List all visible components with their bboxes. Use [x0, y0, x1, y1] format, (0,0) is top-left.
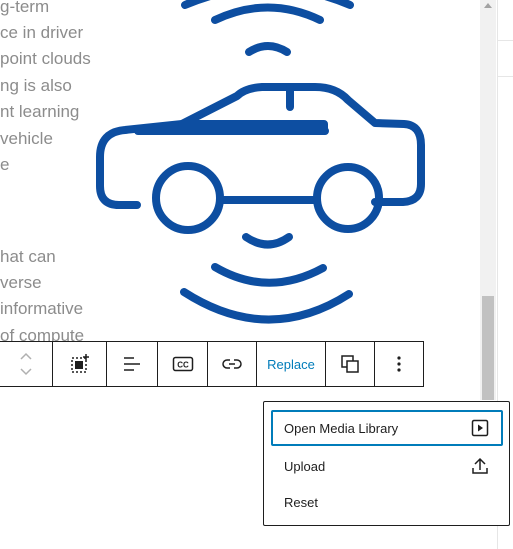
menu-item-label: Reset: [284, 494, 318, 510]
upload-item[interactable]: Upload: [271, 448, 503, 484]
media-library-icon: [471, 419, 489, 437]
article-line: g-term: [0, 0, 50, 16]
article-line: informative: [0, 299, 84, 318]
link-icon: [222, 359, 242, 369]
signal-arc-top-inner: [245, 42, 291, 56]
wheel-front: [152, 162, 224, 234]
duplicate-icon: [341, 355, 359, 373]
sidebar-divider: [498, 40, 513, 41]
block-toolbar: CC Replace: [0, 341, 424, 387]
caption-button[interactable]: CC: [158, 342, 207, 386]
menu-item-label: Open Media Library: [284, 420, 399, 436]
article-line: ng is also: [0, 76, 72, 95]
align-button[interactable]: [107, 342, 157, 386]
article-line: nt learning: [0, 102, 80, 121]
menu-item-label: Upload: [284, 458, 326, 474]
article-line: of compute: [0, 326, 85, 342]
move-up-down-icon: [19, 352, 32, 376]
open-media-library-item[interactable]: Open Media Library: [271, 410, 503, 446]
duplicate-button[interactable]: [326, 342, 374, 386]
upload-icon: [472, 457, 488, 474]
article-line: point clouds: [0, 49, 91, 68]
signal-arc-top-middle: [211, 3, 324, 24]
link-button[interactable]: [208, 342, 256, 386]
image-block-type-button[interactable]: [53, 342, 106, 386]
article-line: verse: [0, 273, 42, 292]
signal-arc-bottom-inner: [242, 233, 293, 249]
align-icon: [124, 357, 140, 371]
article-line: e: [0, 155, 10, 174]
signal-arc-bottom-middle: [211, 263, 327, 287]
scrollbar[interactable]: [480, 0, 496, 400]
wheel-rear: [313, 163, 383, 233]
signal-arc-bottom-outer: [180, 288, 353, 324]
article-line: vehicle: [0, 129, 53, 148]
svg-text:CC: CC: [177, 361, 189, 370]
connected-car-icon: [96, 0, 425, 324]
more-options-icon: [397, 356, 401, 372]
reset-item[interactable]: Reset: [271, 484, 503, 520]
replace-button[interactable]: Replace: [257, 342, 325, 386]
image-block[interactable]: [88, 0, 428, 342]
more-options-button[interactable]: [375, 342, 423, 386]
move-up-down-button[interactable]: [0, 342, 52, 386]
replace-dropdown-menu: Open Media Library Upload Reset: [263, 401, 510, 526]
caption-icon: CC: [172, 356, 193, 372]
sidebar-divider: [498, 76, 513, 77]
scroll-up-arrow-icon[interactable]: [484, 3, 492, 8]
article-line: ce in driver: [0, 23, 84, 42]
select-parent-icon: [70, 354, 89, 373]
scrollbar-thumb[interactable]: [482, 296, 494, 400]
article-line: hat can: [0, 247, 56, 266]
